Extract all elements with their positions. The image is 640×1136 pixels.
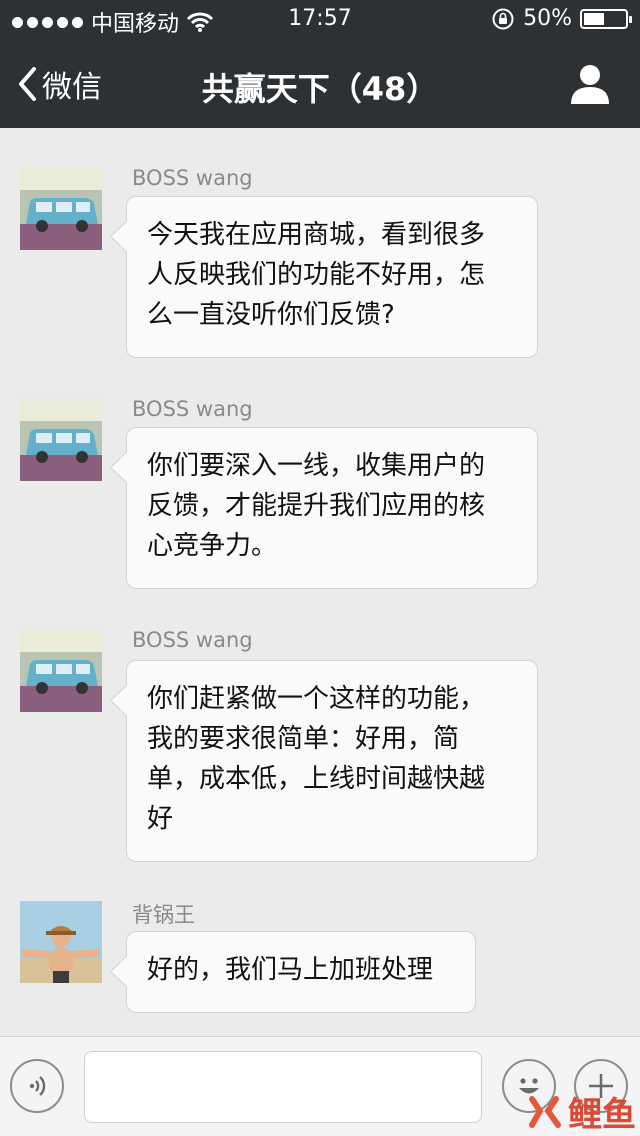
message-line: 你们要深入一线，收集用户的 (147, 451, 486, 481)
message-line: 今天我在应用商城，看到很多 (147, 220, 486, 250)
message-line: 反馈，才能提升我们应用的核 (147, 491, 486, 521)
cartoon-character-avatar-icon (20, 901, 102, 983)
message-line: 好的，我们马上加班处理 (147, 955, 434, 985)
avatar[interactable] (20, 901, 102, 983)
sender-name: BOSS wang (132, 628, 253, 652)
message-line: 么一直没听你们反馈? (147, 300, 395, 330)
sender-name: BOSS wang (132, 397, 253, 421)
battery-icon (580, 8, 632, 29)
chat-area[interactable]: BOSS wang 今天我在应用商城，看到很多 人反映我们的功能不好用，怎 么一… (0, 128, 640, 1036)
watermark: 鲤鱼 (526, 1087, 636, 1136)
status-bar: 中国移动 17:57 50% (0, 0, 640, 40)
battery-percent: 50% (523, 6, 572, 31)
voice-button[interactable] (10, 1059, 64, 1113)
voice-icon (29, 1076, 46, 1096)
message-line: 你们赶紧做一个这样的功能， (147, 684, 486, 714)
avatar[interactable] (20, 399, 102, 481)
message-line: 我的要求很简单：好用，简 (147, 724, 460, 754)
message-bubble[interactable]: 你们赶紧做一个这样的功能， 我的要求很简单：好用，简 单，成本低，上线时间越快越… (126, 660, 538, 862)
group-profile-icon[interactable] (568, 64, 612, 104)
nav-bar: 微信 共赢天下（48） (0, 40, 640, 128)
toy-car-avatar-icon (20, 168, 102, 250)
sender-name: 背锅王 (132, 903, 195, 927)
message-bubble[interactable]: 好的，我们马上加班处理 (126, 931, 476, 1013)
chat-title: 共赢天下（48） (201, 70, 439, 108)
rotation-lock-icon (492, 8, 514, 29)
message-line: 人反映我们的功能不好用，怎 (147, 260, 486, 290)
watermark-text: 鲤鱼 (568, 1095, 636, 1135)
message-bubble[interactable]: 你们要深入一线，收集用户的 反馈，才能提升我们应用的核 心竞争力。 (126, 427, 538, 589)
input-bar: 鲤鱼 (0, 1036, 640, 1136)
toy-car-avatar-icon (20, 399, 102, 481)
avatar[interactable] (20, 630, 102, 712)
message-bubble[interactable]: 今天我在应用商城，看到很多 人反映我们的功能不好用，怎 么一直没听你们反馈? (126, 196, 538, 358)
message-input[interactable] (84, 1051, 482, 1123)
message-line: 好 (147, 804, 174, 834)
avatar[interactable] (20, 168, 102, 250)
app-header: 中国移动 17:57 50% 微信 共赢天下（48） (0, 0, 640, 128)
message-line: 心竞争力。 (147, 531, 278, 561)
logo-mark-icon (529, 1095, 561, 1128)
message-line: 单，成本低，上线时间越快越 (147, 764, 486, 794)
toy-car-avatar-icon (20, 630, 102, 712)
sender-name: BOSS wang (132, 166, 253, 190)
